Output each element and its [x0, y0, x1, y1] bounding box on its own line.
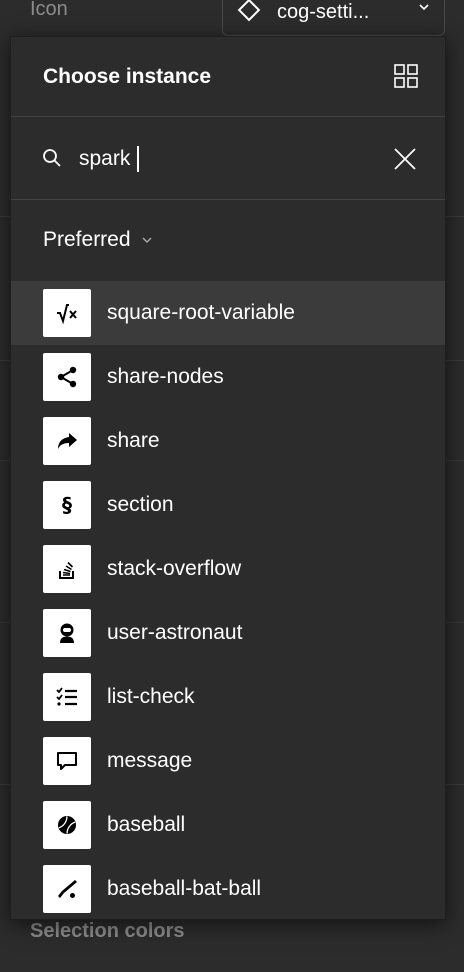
- list-item[interactable]: square-root-variable: [11, 281, 445, 345]
- instance-select[interactable]: cog-setti...: [222, 0, 445, 36]
- list-item[interactable]: baseball-bat-ball: [11, 857, 445, 921]
- instance-list: square-root-variable share-nodes share §…: [11, 281, 445, 921]
- share-nodes-icon: [43, 353, 91, 401]
- list-item-label: message: [107, 749, 193, 772]
- close-icon[interactable]: [393, 147, 417, 171]
- selection-colors-heading: Selection colors: [30, 920, 185, 942]
- instance-select-value: cog-setti...: [277, 1, 370, 23]
- list-item[interactable]: user-astronaut: [11, 601, 445, 665]
- filter-label: Preferred: [43, 228, 131, 251]
- list-item-label: share: [107, 429, 160, 452]
- section-icon: §: [43, 481, 91, 529]
- choose-instance-popup: Choose instance Preferred square-root-va: [10, 36, 446, 920]
- grid-view-icon[interactable]: [394, 64, 418, 88]
- stack-overflow-icon: [43, 545, 91, 593]
- icon-property-label: Icon: [30, 0, 68, 20]
- list-item[interactable]: share-nodes: [11, 345, 445, 409]
- square-root-variable-icon: [43, 289, 91, 337]
- list-item-label: square-root-variable: [107, 301, 295, 324]
- list-item-label: stack-overflow: [107, 557, 242, 580]
- search-input[interactable]: [79, 142, 369, 176]
- list-item-label: list-check: [107, 685, 195, 708]
- list-item-label: section: [107, 493, 174, 516]
- list-item[interactable]: list-check: [11, 665, 445, 729]
- svg-text:§: §: [62, 493, 72, 517]
- list-item[interactable]: message: [11, 729, 445, 793]
- list-item-label: baseball-bat-ball: [107, 877, 262, 900]
- list-item-label: share-nodes: [107, 365, 224, 388]
- popup-title: Choose instance: [43, 65, 212, 88]
- share-icon: [43, 417, 91, 465]
- baseball-icon: [43, 801, 91, 849]
- list-item[interactable]: baseball: [11, 793, 445, 857]
- chevron-down-icon: [142, 237, 152, 243]
- list-item[interactable]: share: [11, 409, 445, 473]
- list-item[interactable]: stack-overflow: [11, 537, 445, 601]
- list-check-icon: [43, 673, 91, 721]
- message-icon: [43, 737, 91, 785]
- user-astronaut-icon: [43, 609, 91, 657]
- search-row: [11, 118, 445, 200]
- popup-header: Choose instance: [11, 37, 445, 117]
- search-icon: [43, 149, 61, 167]
- baseball-bat-ball-icon: [43, 865, 91, 913]
- list-item[interactable]: § section: [11, 473, 445, 537]
- list-item-label: user-astronaut: [107, 621, 243, 644]
- list-item-label: baseball: [107, 813, 186, 836]
- chevron-down-icon: [419, 4, 429, 11]
- preferred-filter-dropdown[interactable]: Preferred: [43, 227, 153, 253]
- component-diamond-icon: [237, 0, 261, 22]
- text-caret: [137, 146, 139, 172]
